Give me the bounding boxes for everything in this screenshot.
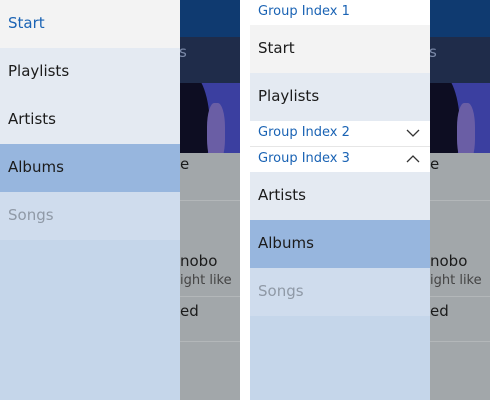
drawer-item-label: Playlists (258, 87, 320, 105)
drawer-item-songs: Songs (250, 268, 430, 316)
row-peek-subtitle: ight like (180, 273, 232, 288)
group-header-label: Group Index 2 (258, 125, 350, 140)
chevron-down-icon[interactable] (406, 127, 420, 139)
drawer-item-label: Playlists (8, 62, 70, 80)
hero-figure-face (207, 103, 225, 153)
drawer-item-songs: Songs (0, 192, 180, 240)
drawer-item-label: Start (8, 14, 45, 32)
drawer-item-playlists[interactable]: Playlists (0, 48, 180, 96)
row-peek-text: e (430, 155, 440, 173)
drawer-item-label: Albums (8, 158, 64, 176)
drawer-item-label: Albums (258, 234, 314, 252)
nav-drawer-flat: Start Playlists Artists Albums Songs (0, 0, 180, 400)
nav-drawer-grouped: Group Index 1 Start Playlists Group Inde… (250, 0, 430, 400)
row-peek-text: ed (430, 302, 449, 320)
chevron-up-icon[interactable] (406, 153, 420, 165)
tab-peek-text: s (429, 43, 437, 61)
group-header-label: Group Index 3 (258, 151, 350, 166)
drawer-item-label: Start (258, 39, 295, 57)
drawer-item-albums[interactable]: Albums (250, 220, 430, 268)
group-header-2[interactable]: Group Index 2 (250, 121, 430, 147)
panel-gap (240, 0, 250, 400)
drawer-item-label: Artists (8, 110, 56, 128)
drawer-item-artists[interactable]: Artists (250, 172, 430, 220)
group-header-label: Group Index 1 (258, 4, 350, 19)
row-peek-title: nobo (180, 252, 218, 270)
drawer-item-start[interactable]: Start (0, 0, 180, 48)
drawer-item-label: Artists (258, 186, 306, 204)
drawer-item-label: Songs (258, 282, 304, 300)
drawer-item-start[interactable]: Start (250, 25, 430, 73)
drawer-item-label: Songs (8, 206, 54, 224)
drawer-item-playlists[interactable]: Playlists (250, 73, 430, 121)
row-peek-text: e (180, 155, 190, 173)
hero-figure-face (457, 103, 475, 153)
group-header-1: Group Index 1 (250, 0, 430, 26)
row-peek-subtitle: ight like (430, 273, 482, 288)
row-peek-text: ed (180, 302, 199, 320)
row-peek-title: nobo (430, 252, 468, 270)
drawer-item-albums[interactable]: Albums (0, 144, 180, 192)
tab-peek-text: s (179, 43, 187, 61)
group-header-3[interactable]: Group Index 3 (250, 147, 430, 173)
drawer-item-artists[interactable]: Artists (0, 96, 180, 144)
